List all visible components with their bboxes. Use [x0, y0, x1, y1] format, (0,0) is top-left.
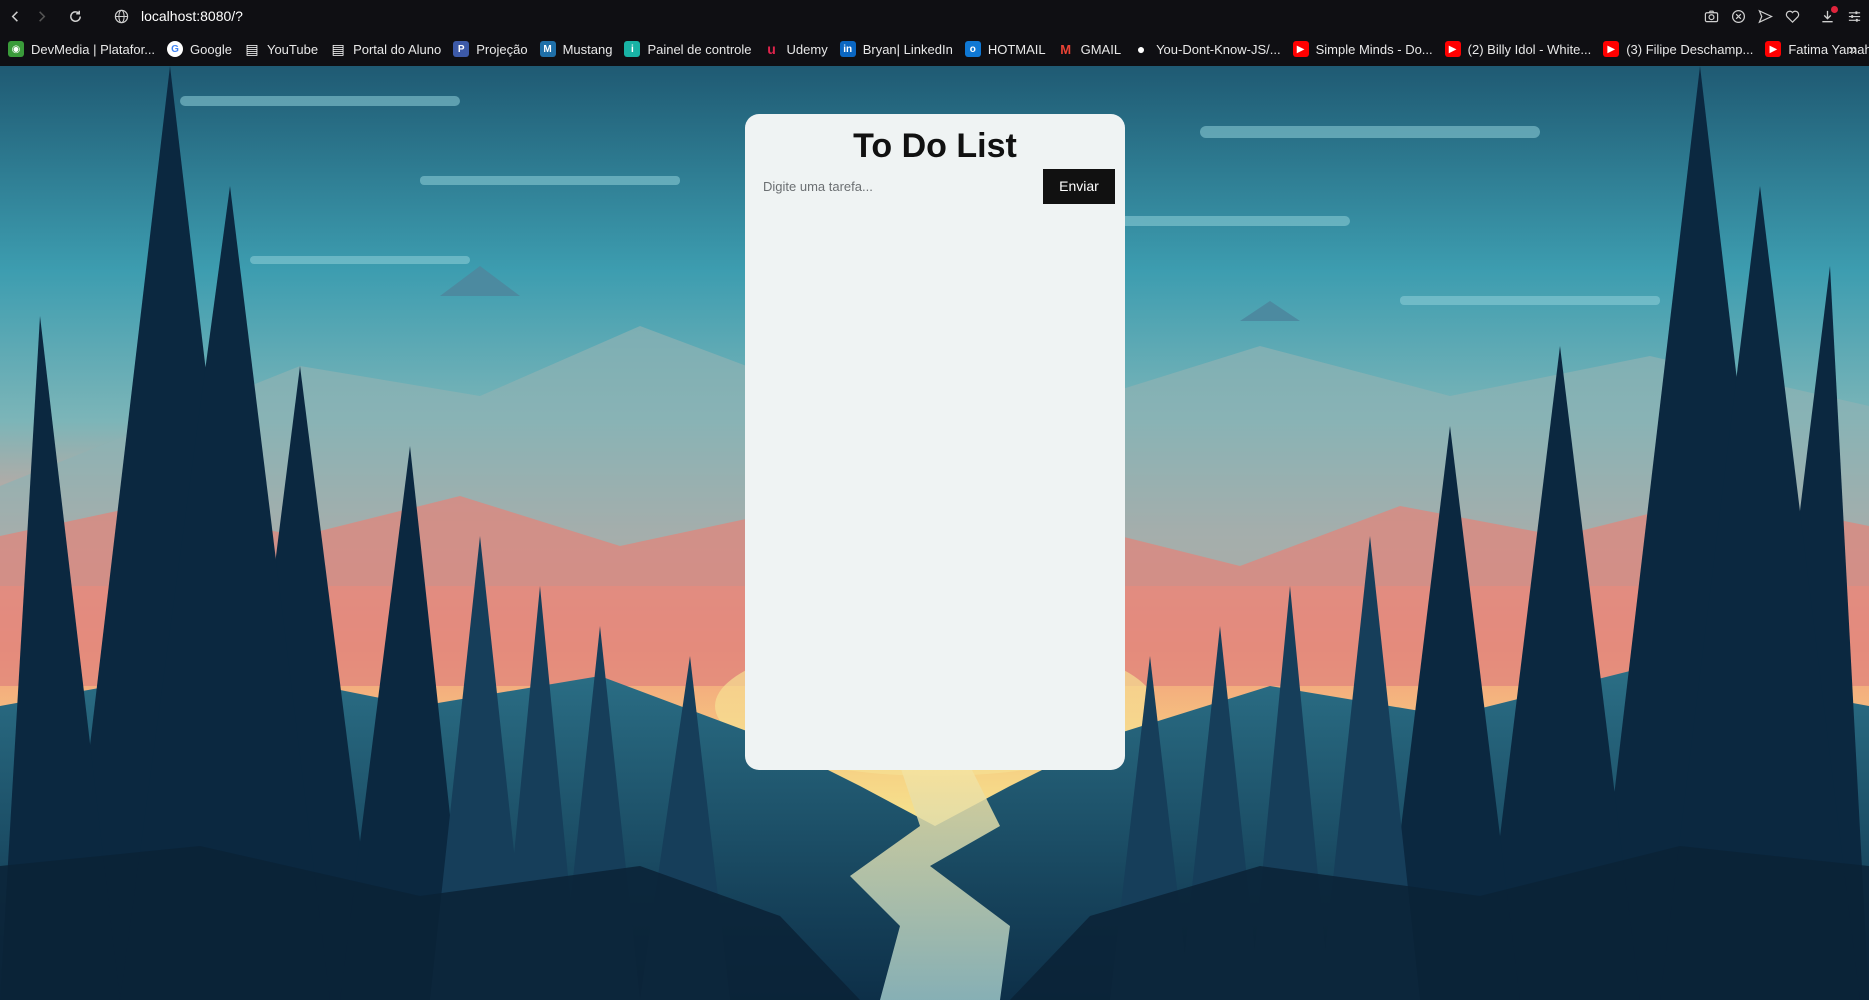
- document-icon: ▤: [245, 40, 259, 57]
- outlook-icon: o: [964, 41, 981, 57]
- bookmark-label: (3) Filipe Deschamp...: [1626, 41, 1754, 57]
- bookmark-label: GMAIL: [1080, 41, 1122, 57]
- bookmark-label: Bryan| LinkedIn: [862, 41, 953, 57]
- page-viewport: To Do List Enviar: [0, 66, 1869, 1000]
- bookmarks-bar: ◉ DevMedia | Platafor... G Google ▤ YouTube ▤ P…: [0, 32, 1869, 66]
- bookmark-item[interactable]: ● You-Dont-Know-JS/...: [1133, 41, 1281, 57]
- address-bar[interactable]: localhost:8080/?: [114, 8, 243, 24]
- bookmark-label: HOTMAIL: [987, 41, 1046, 57]
- bookmark-item[interactable]: ◉ DevMedia | Platafor...: [8, 41, 155, 57]
- mustang-icon: M: [539, 41, 556, 57]
- bookmark-label: (2) Billy Idol - White...: [1467, 41, 1592, 57]
- send-icon: [1758, 9, 1773, 23]
- bookmark-item[interactable]: M GMAIL: [1058, 41, 1121, 57]
- bookmark-label: Painel de controle: [647, 41, 752, 57]
- chevron-left-icon: [11, 10, 18, 22]
- heart-icon: [1785, 10, 1800, 23]
- bookmark-label: Simple Minds - Do...: [1315, 41, 1433, 57]
- youtube-icon: ▶: [1603, 41, 1620, 57]
- browser-toolbar: localhost:8080/?: [0, 0, 1869, 32]
- bookmark-item[interactable]: G Google: [167, 41, 232, 57]
- chevron-right-icon: [38, 10, 45, 22]
- bookmarks-more-button[interactable]: »: [1849, 32, 1857, 66]
- bookmark-label: Portal do Aluno: [353, 41, 442, 57]
- google-icon: G: [167, 41, 184, 57]
- bookmark-item[interactable]: u Udemy: [764, 41, 828, 57]
- youtube-icon: ▶: [1765, 41, 1782, 57]
- easy-setup-button[interactable]: [1846, 8, 1863, 25]
- forward-button[interactable]: [26, 0, 56, 32]
- block-icon: [1731, 9, 1746, 23]
- panel-icon: i: [624, 41, 641, 57]
- reload-icon: [69, 10, 81, 22]
- notification-dot: [1831, 5, 1838, 13]
- youtube-icon: ▶: [1292, 41, 1309, 57]
- bookmark-item[interactable]: ▶ (3) Filipe Deschamp...: [1603, 41, 1753, 57]
- downloads-button[interactable]: [1819, 5, 1838, 25]
- todo-title: To Do List: [853, 127, 1017, 165]
- bookmark-label: YouTube: [266, 41, 319, 57]
- bookmark-item[interactable]: P Projeção: [453, 41, 528, 57]
- udemy-icon: u: [767, 41, 776, 57]
- github-icon: ●: [1136, 41, 1146, 57]
- bookmark-item[interactable]: ▶ Simple Minds - Do...: [1292, 41, 1433, 57]
- bookmark-item[interactable]: ▶ (2) Billy Idol - White...: [1444, 41, 1592, 57]
- toolbar-right-icons: [1703, 0, 1863, 32]
- send-button[interactable]: Enviar: [1043, 168, 1115, 204]
- bookmark-label: Udemy: [786, 41, 828, 57]
- camera-icon: [1704, 10, 1719, 22]
- snapshot-button[interactable]: [1703, 8, 1720, 25]
- gmail-icon: M: [1060, 41, 1072, 57]
- todo-card: To Do List Enviar: [745, 114, 1125, 770]
- bookmark-item[interactable]: in Bryan| LinkedIn: [839, 41, 953, 57]
- bookmark-label: Google: [190, 41, 232, 57]
- bookmark-label: Projeção: [476, 41, 528, 57]
- ad-block-button[interactable]: [1730, 8, 1747, 25]
- youtube-icon: ▶: [1444, 41, 1461, 57]
- globe-icon: [114, 9, 129, 23]
- bookmark-item[interactable]: ▤ Portal do Aluno: [330, 41, 441, 57]
- todo-input-row: Enviar: [755, 168, 1115, 204]
- url-text[interactable]: localhost:8080/?: [141, 8, 243, 24]
- document-icon: ▤: [331, 40, 345, 57]
- bookmark-item[interactable]: i Painel de controle: [624, 41, 752, 57]
- bookmark-label: DevMedia | Platafor...: [31, 41, 156, 57]
- linkedin-icon: in: [839, 41, 856, 57]
- favorite-button[interactable]: [1784, 8, 1801, 25]
- projecao-icon: P: [453, 41, 470, 57]
- bookmark-item[interactable]: M Mustang: [539, 41, 613, 57]
- bookmark-item[interactable]: ▤ YouTube: [244, 41, 318, 57]
- bookmark-item[interactable]: o HOTMAIL: [964, 41, 1046, 57]
- task-input[interactable]: [755, 168, 1043, 204]
- bookmark-label: Mustang: [562, 41, 613, 57]
- bookmark-label: You-Dont-Know-JS/...: [1156, 41, 1281, 57]
- settings-sliders-icon: [1848, 10, 1861, 22]
- send-to-button[interactable]: [1757, 8, 1774, 25]
- devmedia-icon: ◉: [8, 41, 24, 57]
- reload-button[interactable]: [60, 0, 90, 32]
